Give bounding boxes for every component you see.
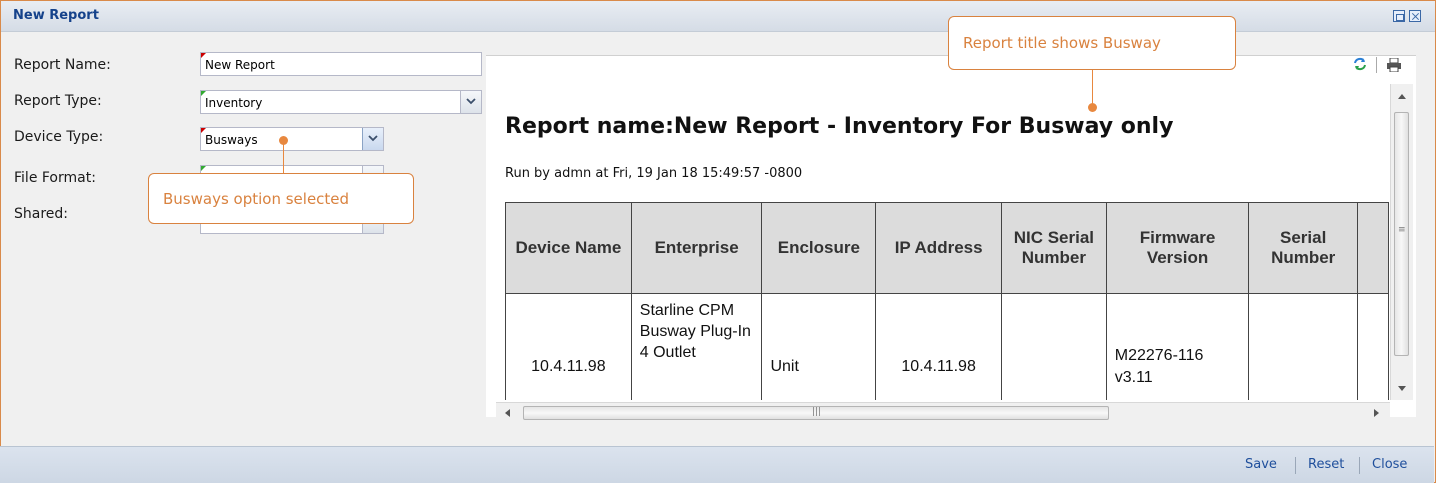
maximize-icon[interactable] [1393, 10, 1405, 22]
dialog-footer: Save Reset Close [0, 446, 1434, 483]
refresh-icon[interactable] [1352, 56, 1368, 72]
column-header: NIC Serial Number [1001, 202, 1107, 294]
file-format-label: File Format: [14, 170, 96, 186]
report-document: Report name:New Report - Inventory For B… [496, 84, 1389, 400]
ip-address-cell: 10.4.11.98 [875, 293, 1003, 400]
table-row: 10.4.11.98 Starline CPM Busway Plug-In 4… [505, 293, 1389, 400]
required-flag-icon [201, 128, 206, 133]
callout-pointer-dot [1088, 103, 1097, 112]
column-header-clipped [1357, 202, 1389, 294]
device-name-cell: 10.4.11.98 [505, 293, 632, 400]
footer-separator [1295, 457, 1296, 474]
horizontal-scrollbar[interactable]: ||| [496, 402, 1390, 423]
serial-number-cell [1248, 293, 1359, 400]
column-header: Device Name [505, 202, 632, 294]
report-type-select[interactable]: Inventory [200, 90, 482, 114]
column-header: IP Address [875, 202, 1003, 294]
reset-button[interactable]: Reset [1308, 457, 1344, 472]
scroll-right-arrow-icon[interactable] [1374, 409, 1379, 417]
valid-flag-icon [201, 166, 206, 171]
callout-pointer-dot [279, 136, 288, 145]
callout-leader-line [1092, 70, 1093, 106]
clipped-cell [1357, 293, 1389, 400]
table-header-row: Device Name Enterprise Enclosure IP Addr… [505, 202, 1389, 294]
report-run-info: Run by admn at Fri, 19 Jan 18 15:49:57 -… [505, 166, 803, 181]
nic-serial-cell [1001, 293, 1107, 400]
scroll-left-arrow-icon[interactable] [505, 409, 510, 417]
report-name-input[interactable]: New Report [200, 52, 482, 76]
report-title: Report name:New Report - Inventory For B… [505, 114, 1174, 139]
inventory-table: Device Name Enterprise Enclosure IP Addr… [505, 202, 1389, 400]
grip-icon: ≡ [1398, 225, 1406, 235]
enclosure-cell: Unit [761, 293, 877, 400]
scroll-up-arrow-icon[interactable] [1398, 94, 1406, 99]
callout-report-title: Report title shows Busway [948, 16, 1236, 70]
column-header: Enclosure [761, 202, 877, 294]
shared-label: Shared: [14, 206, 69, 222]
report-type-label: Report Type: [14, 93, 102, 109]
horizontal-scroll-thumb[interactable]: ||| [523, 406, 1109, 420]
dropdown-arrow-icon[interactable] [460, 91, 481, 113]
column-header: Serial Number [1248, 202, 1359, 294]
device-type-value: Busways [205, 133, 258, 147]
vertical-scroll-thumb[interactable]: ≡ [1394, 112, 1409, 356]
report-name-value: New Report [205, 58, 275, 72]
dropdown-arrow-icon[interactable] [362, 128, 383, 150]
device-type-select[interactable]: Busways [200, 127, 384, 151]
report-name-label: Report Name: [14, 57, 111, 73]
callout-busways-selected: Busways option selected [148, 173, 414, 224]
vertical-scrollbar[interactable]: ≡ [1390, 84, 1413, 400]
save-button[interactable]: Save [1245, 457, 1277, 472]
callout-busways-text: Busways option selected [163, 189, 350, 208]
callout-leader-line [283, 144, 284, 173]
close-button[interactable]: Close [1372, 457, 1407, 472]
window-title: New Report [13, 8, 99, 23]
grip-icon: ||| [812, 407, 822, 417]
firmware-version-cell: M22276-116 v3.11 [1105, 293, 1250, 400]
valid-flag-icon [201, 91, 206, 96]
callout-report-title-text: Report title shows Busway [963, 34, 1161, 52]
close-window-icon[interactable] [1409, 10, 1421, 22]
column-header: Enterprise [630, 202, 763, 294]
device-type-label: Device Type: [14, 129, 104, 145]
footer-separator [1359, 457, 1360, 474]
scroll-down-arrow-icon[interactable] [1398, 386, 1406, 391]
required-flag-icon [201, 53, 206, 58]
toolbar-separator [1376, 57, 1377, 73]
report-type-value: Inventory [205, 96, 263, 110]
enterprise-cell: Starline CPM Busway Plug-In 4 Outlet [630, 293, 763, 400]
column-header: Firmware Version [1105, 202, 1250, 294]
print-icon[interactable] [1386, 58, 1402, 72]
